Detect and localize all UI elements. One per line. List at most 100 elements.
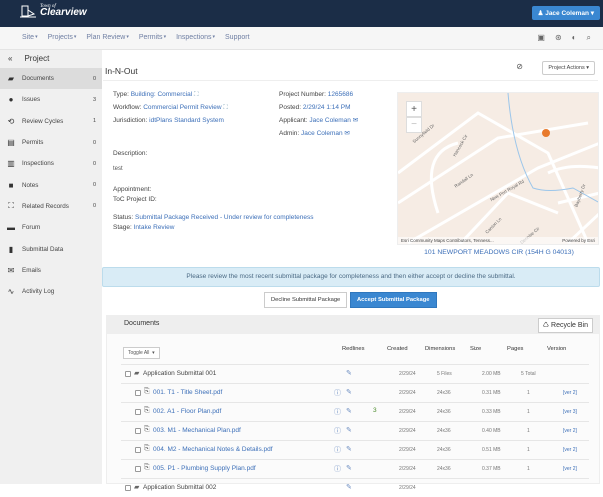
jurisdiction-value[interactable]: idtPlans Standard System <box>149 117 224 124</box>
document-link[interactable]: 005. P1 - Plumbing Supply Plan.pdf <box>153 465 256 472</box>
issue-icon[interactable]: ⓘ <box>334 426 341 436</box>
pages: 5 Total <box>521 371 536 377</box>
folder-row[interactable]: ▰Application Submittal 002✎2/29/24 <box>121 478 589 497</box>
pulse-icon: ∿ <box>6 287 16 296</box>
sidebar-item-review-cycles[interactable]: ⟲Review Cycles1 <box>0 111 102 132</box>
recycle-bin-button[interactable]: ♺ Recycle Bin <box>538 318 593 333</box>
accept-submittal-button[interactable]: Accept Submittal Package <box>350 292 437 308</box>
accessibility-icon[interactable]: ⊛ <box>555 33 562 43</box>
file-size: 0.37 MB <box>482 466 501 472</box>
edit-icon[interactable]: ✎ <box>346 407 352 415</box>
version-link[interactable]: [ver 2] <box>563 466 577 472</box>
location-map[interactable]: + − Sunnyfield DrHancock CirRandall LnNe… <box>397 92 599 245</box>
row-checkbox[interactable] <box>135 409 141 415</box>
collapse-icon[interactable]: « <box>8 54 12 64</box>
document-row[interactable]: ⎘002. A1 - Floor Plan.pdfⓘ✎32/29/2424x36… <box>121 402 589 421</box>
sidebar-item-permits[interactable]: ▤Permits0 <box>0 132 102 153</box>
sidebar-item-emails[interactable]: ✉Emails <box>0 260 102 281</box>
document-link[interactable]: 001. T1 - Title Sheet.pdf <box>153 389 222 396</box>
document-row[interactable]: ⎘001. T1 - Title Sheet.pdfⓘ✎2/29/2424x36… <box>121 383 589 402</box>
document-link[interactable]: 004. M2 - Mechanical Notes & Details.pdf <box>153 446 273 453</box>
issue-icon[interactable]: ⓘ <box>334 445 341 455</box>
email-icon[interactable]: ✉ <box>353 117 358 124</box>
document-row[interactable]: ⎘004. M2 - Mechanical Notes & Details.pd… <box>121 440 589 459</box>
notification-off-icon[interactable]: ⊘ <box>516 62 523 71</box>
sidebar-item-label: Inspections <box>22 160 82 167</box>
pages: 1 <box>527 447 530 453</box>
edit-icon[interactable]: ✎ <box>346 426 352 434</box>
row-checkbox[interactable] <box>135 447 141 453</box>
nav-item-inspections[interactable]: Inspections <box>176 34 211 41</box>
edit-icon[interactable]: ✎ <box>346 369 352 377</box>
jurisdiction-label: Jurisdiction: <box>113 117 147 124</box>
row-checkbox[interactable] <box>135 390 141 396</box>
version-link[interactable]: [ver 2] <box>563 390 577 396</box>
nav-item-projects[interactable]: Projects <box>48 34 73 41</box>
nav-item-site[interactable]: Site <box>22 34 34 41</box>
version-link[interactable]: [ver 3] <box>563 409 577 415</box>
sidebar-item-issues[interactable]: ●Issues3 <box>0 89 102 110</box>
nav-item-support[interactable]: Support <box>225 34 250 41</box>
edit-icon[interactable]: ✎ <box>346 445 352 453</box>
issue-icon[interactable]: ⓘ <box>334 388 341 398</box>
row-checkbox[interactable] <box>135 428 141 434</box>
sidebar-item-related-records[interactable]: ⛶Related Records0 <box>0 196 102 217</box>
document-row[interactable]: ⎘005. P1 - Plumbing Supply Plan.pdfⓘ✎2/2… <box>121 459 589 478</box>
powered-by: Powered by Esri <box>562 238 595 243</box>
folder-icon: ▰ <box>134 483 139 491</box>
folder-row[interactable]: ▰Application Submittal 001✎2/29/245 File… <box>121 364 589 383</box>
sidebar-item-forum[interactable]: ▬Forum <box>0 217 102 238</box>
zoom-in-button[interactable]: + <box>406 101 422 117</box>
edit-icon[interactable]: ✎ <box>346 388 352 396</box>
issue-icon[interactable]: ⓘ <box>334 407 341 417</box>
address-link[interactable]: 101 NEWPORT MEADOWS CIR (154H G 04013) <box>399 249 599 256</box>
sidebar-item-label: Related Records <box>22 203 82 210</box>
book-icon: ▮ <box>6 245 16 254</box>
project-actions-button[interactable]: Project Actions ▾ <box>542 61 595 75</box>
workflow-value[interactable]: Commercial Permit Review <box>143 104 221 111</box>
type-label: Type: <box>113 91 129 98</box>
sidebar-item-submittal-data[interactable]: ▮Submittal Data <box>0 238 102 259</box>
sidebar-item-inspections[interactable]: ▥Inspections0 <box>0 153 102 174</box>
toggle-all-button[interactable]: Toggle All ▾ <box>123 347 160 359</box>
globe-icon[interactable]: ◐ <box>572 33 577 43</box>
edit-icon[interactable]: ✎ <box>346 464 352 472</box>
edit-icon[interactable]: ✎ <box>346 483 352 491</box>
sidebar-item-activity-log[interactable]: ∿Activity Log <box>0 281 102 302</box>
column-header-redlines: Redlines <box>342 346 365 352</box>
sidebar-item-documents[interactable]: ▰Documents0 <box>0 68 102 89</box>
sidebar-item-notes[interactable]: ■Notes0 <box>0 174 102 195</box>
type-value[interactable]: Building: Commercial <box>131 91 192 98</box>
sidebar-item-label: Review Cycles <box>22 118 82 125</box>
row-checkbox[interactable] <box>125 371 131 377</box>
row-checkbox[interactable] <box>135 466 141 472</box>
map-marker[interactable] <box>542 129 550 137</box>
folder-name[interactable]: Application Submittal 001 <box>143 370 216 377</box>
email-icon[interactable]: ✉ <box>344 130 349 137</box>
exclamation-icon: ● <box>6 95 16 104</box>
zoom-out-button[interactable]: − <box>406 117 422 133</box>
user-name: Jace Coleman <box>545 10 589 17</box>
document-link[interactable]: 002. A1 - Floor Plan.pdf <box>153 408 221 415</box>
decline-submittal-button[interactable]: Decline Submittal Package <box>264 292 347 308</box>
folder-name[interactable]: Application Submittal 002 <box>143 484 216 491</box>
nav-item-plan-review[interactable]: Plan Review <box>86 34 125 41</box>
version-link[interactable]: [ver 2] <box>563 428 577 434</box>
issue-icon[interactable]: ⓘ <box>334 464 341 474</box>
version-link[interactable]: [ver 2] <box>563 447 577 453</box>
main-nav: Site▾Projects▾Plan Review▾Permits▾Inspec… <box>0 27 603 50</box>
user-menu-button[interactable]: ♟ Jace Coleman ▾ <box>532 6 600 20</box>
document-row[interactable]: ⎘003. M1 - Mechanical Plan.pdfⓘ✎2/29/242… <box>121 421 589 440</box>
created-date: 2/29/24 <box>399 409 416 415</box>
document-link[interactable]: 003. M1 - Mechanical Plan.pdf <box>153 427 241 434</box>
pages: 1 <box>527 409 530 415</box>
created-date: 2/29/24 <box>399 371 416 377</box>
translate-icon[interactable]: ▣ <box>537 33 545 43</box>
search-icon[interactable]: ⌕ <box>587 33 591 43</box>
row-checkbox[interactable] <box>125 485 131 491</box>
note-icon: ■ <box>6 181 16 190</box>
redlines-count[interactable]: 3 <box>373 407 377 414</box>
nav-item-permits[interactable]: Permits <box>139 34 163 41</box>
dimensions: 24x36 <box>437 447 451 453</box>
town-logo[interactable]: Town ofClearview <box>20 4 87 18</box>
